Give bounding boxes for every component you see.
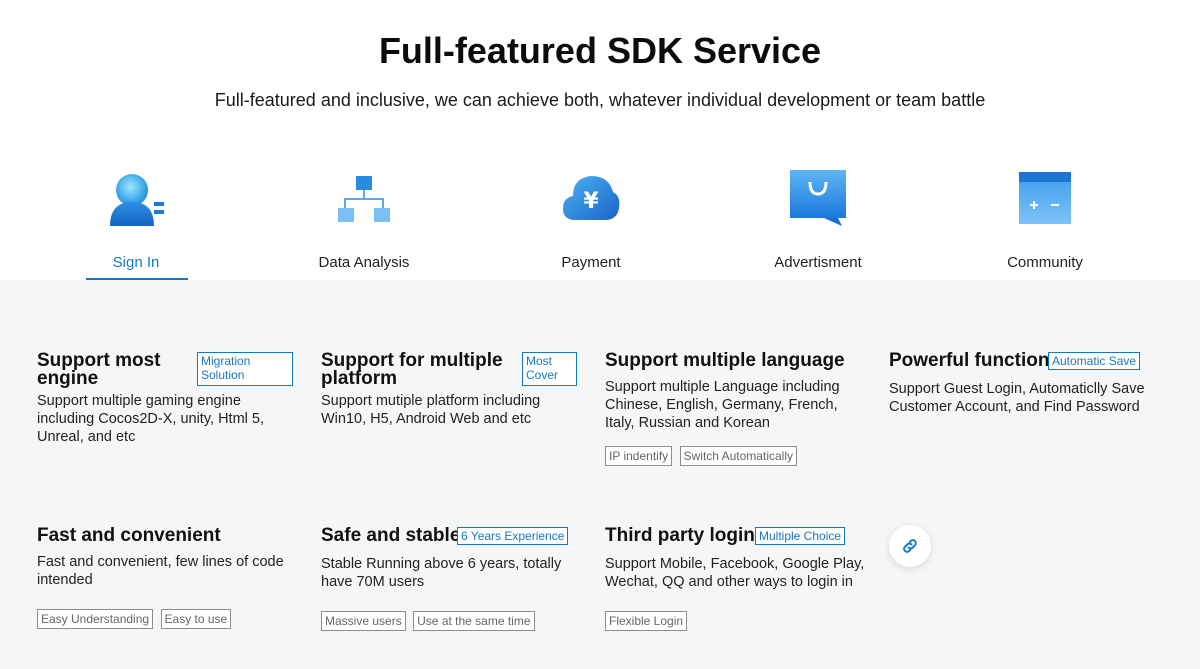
header-section: Full-featured SDK Service Full-featured … [0, 0, 1200, 280]
feature-card-third-party: Third party login Multiple Choice Suppor… [605, 525, 865, 633]
ad-screen-icon [790, 170, 846, 226]
feature-card-language: Support multiple language Support multip… [605, 350, 865, 468]
feature-badge: Multiple Choice [755, 527, 846, 545]
tab-payment[interactable]: ¥ Payment [491, 160, 691, 280]
tab-label: Payment [561, 254, 621, 271]
feature-badge: 6 Years Experience [457, 527, 569, 545]
tag: Use at the same time [413, 611, 535, 631]
feature-description: Support multiple Language including Chin… [605, 379, 840, 431]
feature-description: Support Guest Login, Automaticlly Save C… [889, 381, 1145, 415]
link-button[interactable] [889, 525, 931, 567]
svg-text:¥: ¥ [583, 189, 599, 214]
tab-data-analysis[interactable]: Data Analysis [264, 160, 464, 280]
feature-card-safe: Safe and stable 6 Years Experience Stabl… [321, 525, 581, 633]
feature-title: Powerful function [889, 350, 1050, 371]
data-tree-icon [338, 176, 390, 222]
feature-title: Fast and convenient [37, 525, 221, 546]
feature-title: Support multiple language [605, 350, 845, 371]
tab-sign-in[interactable]: Sign In [36, 160, 236, 280]
feature-description: Support multiple gaming engine including… [37, 393, 264, 445]
tab-label: Advertisment [774, 254, 862, 271]
tag: Switch Automatically [679, 446, 797, 466]
feature-card-platform: Support for multiple platform Most Cover S… [321, 350, 581, 428]
user-sign-in-icon [110, 174, 164, 226]
feature-description: Support Mobile, Facebook, Google Play, W… [605, 556, 865, 590]
feature-description: Support mutiple platform including Win10… [321, 393, 541, 427]
feature-badge: Most Cover [522, 352, 577, 386]
tab-label: Data Analysis [318, 254, 410, 271]
tag: Massive users [321, 611, 406, 631]
feature-title: Third party login [605, 525, 755, 546]
feature-title: Support for multiple platform [321, 350, 503, 389]
feature-card-powerful-function: Powerful function Automatic Save Support… [889, 350, 1149, 416]
page-title: Full-featured SDK Service [378, 30, 822, 71]
feature-card-fast: Fast and convenient Fast and convenient,… [37, 525, 297, 631]
active-tab-underline [86, 278, 188, 280]
feature-description: Fast and convenient, few lines of code i… [37, 554, 284, 588]
feature-badge: Migration Solution [197, 352, 293, 386]
tag-list: Flexible Login [605, 611, 865, 633]
tag: Flexible Login [605, 611, 688, 631]
link-icon [903, 539, 917, 553]
tag-list: Easy Understanding Easy to use [37, 609, 297, 631]
tab-community[interactable]: Community [945, 160, 1145, 280]
feature-badge: Automatic Save [1048, 352, 1141, 370]
yen-cloud-icon: ¥ [563, 176, 620, 220]
tag-list: IP indentify Switch Automatically [605, 446, 865, 468]
feature-title: Support most engine [37, 350, 161, 389]
feature-title: Safe and stable [321, 525, 461, 546]
tag: Easy Understanding [37, 609, 154, 629]
tag: IP indentify [605, 446, 673, 466]
feature-card-engine: Support most engine Migration Solution Sup… [37, 350, 297, 446]
tag-list: Massive users Use at the same time [321, 611, 581, 633]
community-calculator-icon [1019, 172, 1071, 224]
feature-description: Stable Running above 6 years, totally ha… [321, 556, 562, 590]
page-subtitle: Full-featured and inclusive, we can achi… [214, 90, 986, 110]
tab-label: Sign In [112, 254, 160, 271]
tab-label: Community [1007, 254, 1083, 271]
tag: Easy to use [160, 609, 232, 629]
tab-advertisment[interactable]: Advertisment [718, 160, 918, 280]
